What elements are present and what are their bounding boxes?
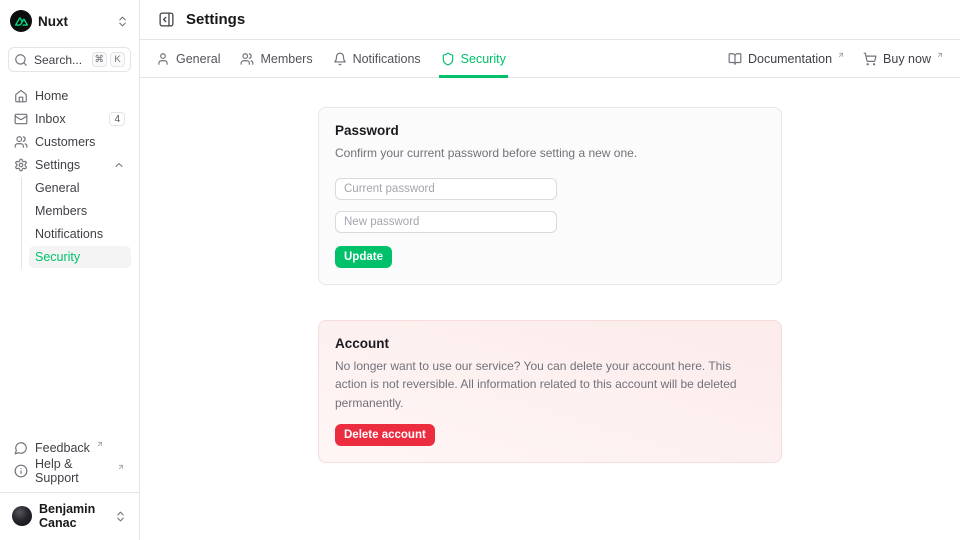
bell-icon	[333, 52, 347, 66]
sub-item-label: Security	[35, 250, 80, 264]
update-password-button[interactable]: Update	[335, 246, 392, 268]
kbd-cmd: ⌘	[92, 52, 108, 67]
footer-item-label: Feedback	[35, 441, 90, 455]
user-icon	[156, 52, 170, 66]
search-placeholder: Search...	[34, 53, 82, 67]
users-icon	[14, 135, 28, 149]
chevron-up-icon	[113, 159, 125, 171]
password-card-title: Password	[335, 123, 765, 138]
tab-label: Members	[260, 52, 312, 66]
password-card: Password Confirm your current password b…	[318, 107, 782, 285]
external-link-icon	[96, 440, 104, 448]
sidebar-spacer	[8, 269, 131, 437]
inbox-count-badge: 4	[109, 112, 125, 126]
shield-icon	[441, 52, 455, 66]
sidebar-item-customers[interactable]: Customers	[8, 131, 131, 153]
account-card: Account No longer want to use our servic…	[318, 320, 782, 464]
external-link-icon	[936, 51, 944, 59]
app-window: Nuxt Search... ⌘ K Home	[0, 0, 960, 540]
header-links: Documentation Buy now	[728, 40, 944, 77]
sub-item-label: Members	[35, 204, 87, 218]
tab-general[interactable]: General	[156, 40, 220, 77]
speech-bubble-icon	[14, 441, 28, 455]
tab-security[interactable]: Security	[441, 40, 506, 77]
sidebar-item-members[interactable]: Members	[29, 200, 131, 222]
tab-bar: General Members Notifications Security	[140, 40, 960, 78]
page-title: Settings	[186, 11, 245, 28]
user-name: Benjamin Canac	[39, 502, 107, 530]
delete-account-button[interactable]: Delete account	[335, 424, 435, 446]
tab-label: Security	[461, 52, 506, 66]
sidebar-nav: Home Inbox 4 Customers Settings	[8, 85, 131, 269]
collapse-sidebar-icon[interactable]	[156, 10, 176, 30]
tab-notifications[interactable]: Notifications	[333, 40, 421, 77]
team-name: Nuxt	[38, 14, 68, 29]
footer-item-label: Help & Support	[35, 457, 111, 485]
external-link-icon	[117, 463, 125, 471]
help-support-link[interactable]: Help & Support	[8, 460, 131, 482]
sidebar-item-label: Inbox	[35, 112, 66, 126]
gear-icon	[14, 158, 28, 172]
kbd-k: K	[110, 52, 125, 67]
nuxt-logo-icon	[10, 10, 32, 32]
card-stack: Password Confirm your current password b…	[318, 107, 782, 503]
page-header: Settings	[140, 0, 960, 40]
book-open-icon	[728, 52, 742, 66]
search-shortcut: ⌘ K	[92, 52, 126, 67]
team-switcher[interactable]: Nuxt	[8, 8, 131, 32]
chevrons-up-down-icon	[114, 510, 127, 523]
info-circle-icon	[14, 464, 28, 478]
external-link-icon	[837, 51, 845, 59]
sub-item-label: General	[35, 181, 79, 195]
header-link-label: Buy now	[883, 52, 931, 66]
settings-subnav: General Members Notifications Security	[21, 177, 131, 269]
buy-now-link[interactable]: Buy now	[863, 52, 944, 66]
sidebar-item-home[interactable]: Home	[8, 85, 131, 107]
sidebar-item-label: Home	[35, 89, 68, 103]
sidebar: Nuxt Search... ⌘ K Home	[0, 0, 140, 540]
sidebar-item-inbox[interactable]: Inbox 4	[8, 108, 131, 130]
search-icon	[14, 53, 28, 67]
main-area: Settings General Members Notifications	[140, 0, 960, 540]
tab-label: Notifications	[353, 52, 421, 66]
chevrons-up-down-icon	[116, 15, 129, 28]
tab-label: General	[176, 52, 220, 66]
avatar	[12, 506, 32, 526]
shopping-cart-icon	[863, 52, 877, 66]
sidebar-item-label: Settings	[35, 158, 80, 172]
house-icon	[14, 89, 28, 103]
sidebar-item-security[interactable]: Security	[29, 246, 131, 268]
documentation-link[interactable]: Documentation	[728, 52, 845, 66]
password-card-description: Confirm your current password before set…	[335, 144, 765, 163]
sidebar-item-notifications[interactable]: Notifications	[29, 223, 131, 245]
feedback-link[interactable]: Feedback	[8, 437, 131, 459]
sidebar-item-label: Customers	[35, 135, 95, 149]
users-icon	[240, 52, 254, 66]
header-link-label: Documentation	[748, 52, 832, 66]
tab-members[interactable]: Members	[240, 40, 312, 77]
sidebar-item-general[interactable]: General	[29, 177, 131, 199]
new-password-field[interactable]	[335, 211, 557, 233]
sidebar-item-settings[interactable]: Settings	[8, 154, 131, 176]
account-card-description: No longer want to use our service? You c…	[335, 357, 765, 413]
account-card-title: Account	[335, 336, 765, 351]
search-input[interactable]: Search... ⌘ K	[8, 47, 131, 72]
sub-item-label: Notifications	[35, 227, 103, 241]
current-password-field[interactable]	[335, 178, 557, 200]
mail-icon	[14, 112, 28, 126]
user-menu[interactable]: Benjamin Canac	[8, 493, 131, 532]
settings-security-panel: Password Confirm your current password b…	[140, 78, 960, 540]
